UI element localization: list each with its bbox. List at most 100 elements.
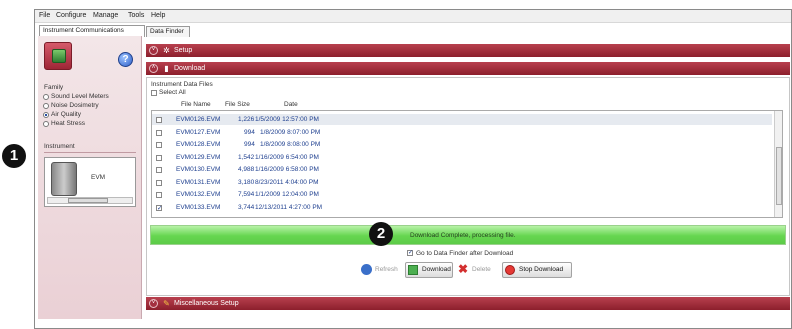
section-miscellaneous-setup[interactable]: ˅ ✎ Miscellaneous Setup xyxy=(146,297,790,310)
download-progress-bar: Download Complete, processing file. xyxy=(150,225,786,245)
file-row[interactable]: EVM0131.EVM 3,180 8/23/2011 4:04:00 PM xyxy=(152,177,772,188)
menu-file[interactable]: File xyxy=(39,12,50,19)
download-label: Download xyxy=(422,266,451,273)
file-list-scrollbar[interactable] xyxy=(774,111,782,217)
tools-icon: ✎ xyxy=(163,299,170,308)
file-name: EVM0131.EVM xyxy=(176,179,221,186)
column-file-name[interactable]: File Name xyxy=(181,101,211,108)
file-name: EVM0130.EVM xyxy=(176,166,221,173)
section-setup[interactable]: ˅ ✲ Setup xyxy=(146,44,790,57)
menu-manage[interactable]: Manage xyxy=(93,12,118,19)
instrument-divider xyxy=(44,152,136,153)
family-sound-level-meters[interactable]: Sound Level Meters xyxy=(51,93,109,100)
row-checkbox[interactable] xyxy=(156,180,162,186)
file-row[interactable]: EVM0126.EVM 1,226 1/5/2009 12:57:00 PM xyxy=(152,114,772,125)
file-name: EVM0127.EVM xyxy=(176,129,221,136)
family-noise-dosimetry[interactable]: Noise Dosimetry xyxy=(51,102,99,109)
radio-heat-stress[interactable] xyxy=(43,121,49,127)
row-checkbox[interactable] xyxy=(156,155,162,161)
gear-icon: ✲ xyxy=(163,46,170,55)
row-checkbox[interactable] xyxy=(156,117,162,123)
instrument-name[interactable]: EVM xyxy=(91,174,105,181)
setup-title: Setup xyxy=(174,47,193,54)
file-size: 3,744 xyxy=(238,204,255,211)
download-icon: ▮ xyxy=(164,64,169,73)
file-date: 1/5/2009 12:57:00 PM xyxy=(255,116,319,123)
file-size: 1,226 xyxy=(238,116,255,123)
instrument-list[interactable]: EVM xyxy=(44,157,136,207)
callout-1: 1 xyxy=(2,144,26,168)
select-all-label[interactable]: Select All xyxy=(159,89,186,96)
instrument-label: Instrument xyxy=(44,143,75,150)
download-icon xyxy=(408,265,418,275)
goto-data-finder-label[interactable]: Go to Data Finder after Download xyxy=(416,250,513,257)
tab-data-finder[interactable]: Data Finder xyxy=(146,26,190,37)
expand-setup-icon[interactable]: ˅ xyxy=(149,46,158,55)
delete-button[interactable]: ✖ Delete xyxy=(455,262,499,278)
scroll-thumb[interactable] xyxy=(68,198,108,203)
file-size: 4,988 xyxy=(238,166,255,173)
file-size: 994 xyxy=(244,141,255,148)
file-date: 1/16/2009 6:58:00 PM xyxy=(255,166,319,173)
file-name: EVM0128.EVM xyxy=(176,141,221,148)
family-heat-stress[interactable]: Heat Stress xyxy=(51,120,85,127)
file-name: EVM0129.EVM xyxy=(176,154,221,161)
file-date: 1/16/2009 6:54:00 PM xyxy=(255,154,319,161)
menu-configure[interactable]: Configure xyxy=(56,12,86,19)
file-row[interactable]: EVM0132.EVM 7,594 1/1/2009 12:04:00 PM xyxy=(152,189,772,200)
file-size: 994 xyxy=(244,129,255,136)
download-button[interactable]: Download xyxy=(405,262,453,278)
file-name: EVM0126.EVM xyxy=(176,116,221,123)
radio-noise-dosimetry[interactable] xyxy=(43,103,49,109)
instrument-communications-icon[interactable] xyxy=(44,42,72,70)
row-checkbox[interactable] xyxy=(156,192,162,198)
file-date: 8/23/2011 4:04:00 PM xyxy=(255,179,319,186)
goto-data-finder-checkbox[interactable]: ✓ xyxy=(407,250,413,256)
file-date: 1/1/2009 12:04:00 PM xyxy=(255,191,319,198)
list-title: Instrument Data Files xyxy=(151,81,213,88)
row-checkbox[interactable] xyxy=(156,130,162,136)
family-air-quality[interactable]: Air Quality xyxy=(51,111,81,118)
file-row[interactable]: EVM0129.EVM 1,542 1/16/2009 6:54:00 PM xyxy=(152,152,772,163)
file-row[interactable]: EVM0127.EVM 994 1/8/2009 8:07:00 PM xyxy=(152,127,772,138)
collapse-download-icon[interactable]: ˄ xyxy=(149,64,158,73)
refresh-icon xyxy=(361,264,372,275)
refresh-button[interactable]: Refresh xyxy=(359,262,403,278)
section-download[interactable]: ˄ ▮ Download xyxy=(146,62,790,75)
misc-title: Miscellaneous Setup xyxy=(174,300,239,307)
row-checkbox[interactable] xyxy=(156,167,162,173)
family-label: Family xyxy=(44,84,64,91)
row-checkbox[interactable] xyxy=(156,142,162,148)
stop-download-button[interactable]: Stop Download xyxy=(502,262,572,278)
expand-misc-icon[interactable]: ˅ xyxy=(149,299,158,308)
file-size: 1,542 xyxy=(238,154,255,161)
instrument-sidebar: ? Family Sound Level Meters Noise Dosime… xyxy=(38,36,142,319)
file-row[interactable]: ✓ EVM0133.EVM 3,744 12/13/2011 4:27:00 P… xyxy=(152,202,772,213)
evm-device-icon[interactable] xyxy=(51,162,77,196)
column-file-size[interactable]: File Size xyxy=(225,101,250,108)
file-list[interactable]: EVM0126.EVM 1,226 1/5/2009 12:57:00 PM E… xyxy=(151,110,783,218)
file-date: 1/8/2009 8:07:00 PM xyxy=(260,129,321,136)
file-row[interactable]: EVM0128.EVM 994 1/8/2009 8:08:00 PM xyxy=(152,139,772,150)
download-title: Download xyxy=(174,65,206,72)
radio-air-quality[interactable] xyxy=(43,112,49,118)
delete-label: Delete xyxy=(472,266,491,273)
scroll-thumb[interactable] xyxy=(776,147,782,205)
stop-download-label: Stop Download xyxy=(519,266,564,273)
radio-sound-level-meters[interactable] xyxy=(43,94,49,100)
help-icon[interactable]: ? xyxy=(118,52,133,67)
instrument-scrollbar[interactable] xyxy=(47,197,133,204)
tab-row: Instrument Communications Data Finder xyxy=(35,24,791,37)
select-all-checkbox[interactable] xyxy=(151,90,157,96)
file-date: 1/8/2009 8:08:00 PM xyxy=(260,141,321,148)
delete-icon: ✖ xyxy=(458,262,469,276)
download-panel: Instrument Data Files Select All File Na… xyxy=(146,77,790,296)
menu-bar: File Configure Manage Tools Help xyxy=(35,10,791,23)
menu-tools[interactable]: Tools xyxy=(128,12,144,19)
file-size: 7,594 xyxy=(238,191,255,198)
menu-help[interactable]: Help xyxy=(151,12,165,19)
file-row[interactable]: EVM0130.EVM 4,988 1/16/2009 6:58:00 PM xyxy=(152,164,772,175)
refresh-label: Refresh xyxy=(375,266,398,273)
column-date[interactable]: Date xyxy=(284,101,298,108)
row-checkbox-checked[interactable]: ✓ xyxy=(156,205,162,212)
